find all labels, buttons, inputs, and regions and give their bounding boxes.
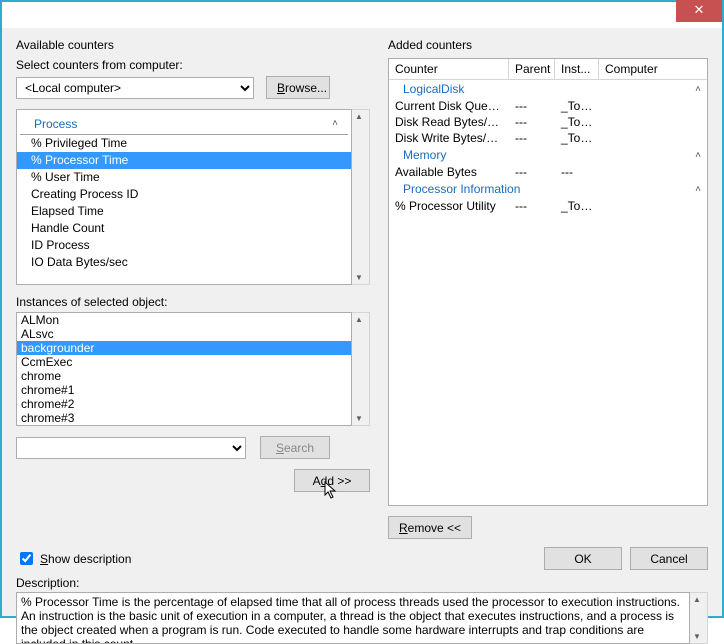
added-category[interactable]: Memory˄ bbox=[389, 146, 707, 164]
counter-item[interactable]: % User Time bbox=[17, 169, 351, 186]
available-counters-title: Available counters bbox=[16, 38, 370, 52]
added-row[interactable]: Disk Write Bytes/sec---_Total bbox=[389, 130, 707, 146]
counter-item[interactable]: Elapsed Time bbox=[17, 203, 351, 220]
description-text: % Processor Time is the percentage of el… bbox=[16, 592, 690, 644]
added-table-header: Counter Parent Inst... Computer bbox=[389, 59, 707, 80]
browse-button[interactable]: Browse... bbox=[266, 76, 330, 99]
added-row[interactable]: Disk Read Bytes/sec---_Total bbox=[389, 114, 707, 130]
instance-item[interactable]: CcmExec bbox=[17, 355, 351, 369]
chevron-up-icon: ˄ bbox=[332, 118, 338, 129]
col-counter[interactable]: Counter bbox=[389, 59, 509, 79]
chevron-up-icon: ˄ bbox=[695, 84, 701, 95]
added-category[interactable]: LogicalDisk˄ bbox=[389, 80, 707, 98]
counter-item[interactable]: Creating Process ID bbox=[17, 186, 351, 203]
dialog-body: Available counters Select counters from … bbox=[2, 30, 722, 616]
added-counters-table[interactable]: Counter Parent Inst... Computer LogicalD… bbox=[388, 58, 708, 506]
instance-item[interactable]: backgrounder bbox=[17, 341, 351, 355]
added-counters-title: Added counters bbox=[388, 38, 708, 52]
added-row[interactable]: % Processor Utility---_Total bbox=[389, 198, 707, 214]
instance-item[interactable]: ALMon bbox=[17, 313, 351, 327]
add-button[interactable]: Add >> bbox=[294, 469, 370, 492]
counter-category-list[interactable]: Process ˄ % Privileged Time% Processor T… bbox=[16, 109, 352, 285]
ok-button[interactable]: OK bbox=[544, 547, 622, 570]
col-instance[interactable]: Inst... bbox=[555, 59, 599, 79]
search-combo[interactable] bbox=[16, 437, 246, 459]
instances-label: Instances of selected object: bbox=[16, 295, 370, 309]
added-row[interactable]: Available Bytes------ bbox=[389, 164, 707, 180]
show-description-input[interactable] bbox=[20, 552, 33, 565]
counter-scrollbar[interactable] bbox=[352, 109, 370, 285]
counter-item[interactable]: IO Data Bytes/sec bbox=[17, 254, 351, 271]
close-button[interactable]: ✕ bbox=[676, 0, 722, 22]
chevron-up-icon: ˄ bbox=[695, 184, 701, 195]
counter-item[interactable]: ID Process bbox=[17, 237, 351, 254]
instance-item[interactable]: chrome#2 bbox=[17, 397, 351, 411]
counter-category-header[interactable]: Process ˄ bbox=[20, 113, 348, 135]
counter-item[interactable]: % Privileged Time bbox=[17, 135, 351, 152]
instances-list[interactable]: ALMonALsvcbackgrounderCcmExecchromechrom… bbox=[16, 312, 352, 426]
counter-item[interactable]: % Processor Time bbox=[17, 152, 351, 169]
counter-item[interactable]: Handle Count bbox=[17, 220, 351, 237]
instance-item[interactable]: chrome#3 bbox=[17, 411, 351, 425]
added-counters-panel: Added counters Counter Parent Inst... Co… bbox=[388, 36, 708, 539]
instance-item[interactable]: chrome bbox=[17, 369, 351, 383]
description-label: Description: bbox=[16, 576, 708, 590]
col-computer[interactable]: Computer bbox=[599, 59, 707, 79]
computer-select[interactable]: <Local computer> bbox=[16, 77, 254, 99]
added-row[interactable]: Current Disk Queue ...---_Total bbox=[389, 98, 707, 114]
instances-scrollbar[interactable] bbox=[352, 312, 370, 426]
col-parent[interactable]: Parent bbox=[509, 59, 555, 79]
instance-item[interactable]: ALsvc bbox=[17, 327, 351, 341]
description-scrollbar[interactable] bbox=[690, 592, 708, 644]
available-counters-panel: Available counters Select counters from … bbox=[16, 36, 370, 539]
counter-category-name: Process bbox=[34, 117, 77, 131]
remove-button[interactable]: Remove << bbox=[388, 516, 472, 539]
cancel-button[interactable]: Cancel bbox=[630, 547, 708, 570]
chevron-up-icon: ˄ bbox=[695, 150, 701, 161]
add-counters-dialog: ✕ Available counters Select counters fro… bbox=[0, 0, 724, 618]
search-button[interactable]: Search bbox=[260, 436, 330, 459]
instance-item[interactable]: chrome#1 bbox=[17, 383, 351, 397]
show-description-checkbox[interactable]: Show description bbox=[16, 549, 131, 568]
added-category[interactable]: Processor Information˄ bbox=[389, 180, 707, 198]
select-computer-label: Select counters from computer: bbox=[16, 58, 370, 72]
titlebar: ✕ bbox=[2, 2, 722, 28]
